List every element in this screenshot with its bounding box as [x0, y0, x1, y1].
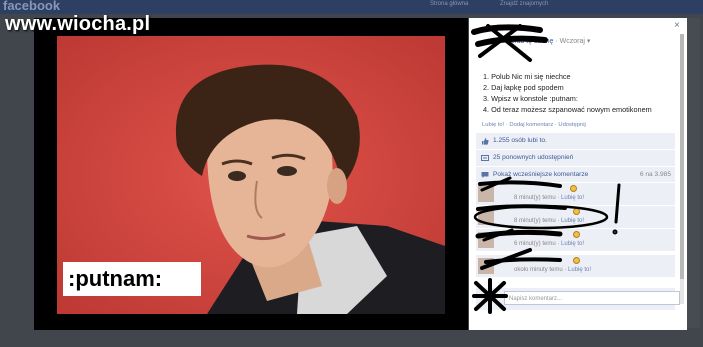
scribble-mark — [475, 229, 563, 239]
scribble-mark — [614, 183, 621, 224]
scribble-circle — [473, 204, 609, 230]
scribble-mark — [612, 229, 618, 235]
scribble-mark — [471, 24, 543, 35]
scribble-mark — [484, 257, 562, 264]
scribble-overlay — [471, 24, 621, 314]
